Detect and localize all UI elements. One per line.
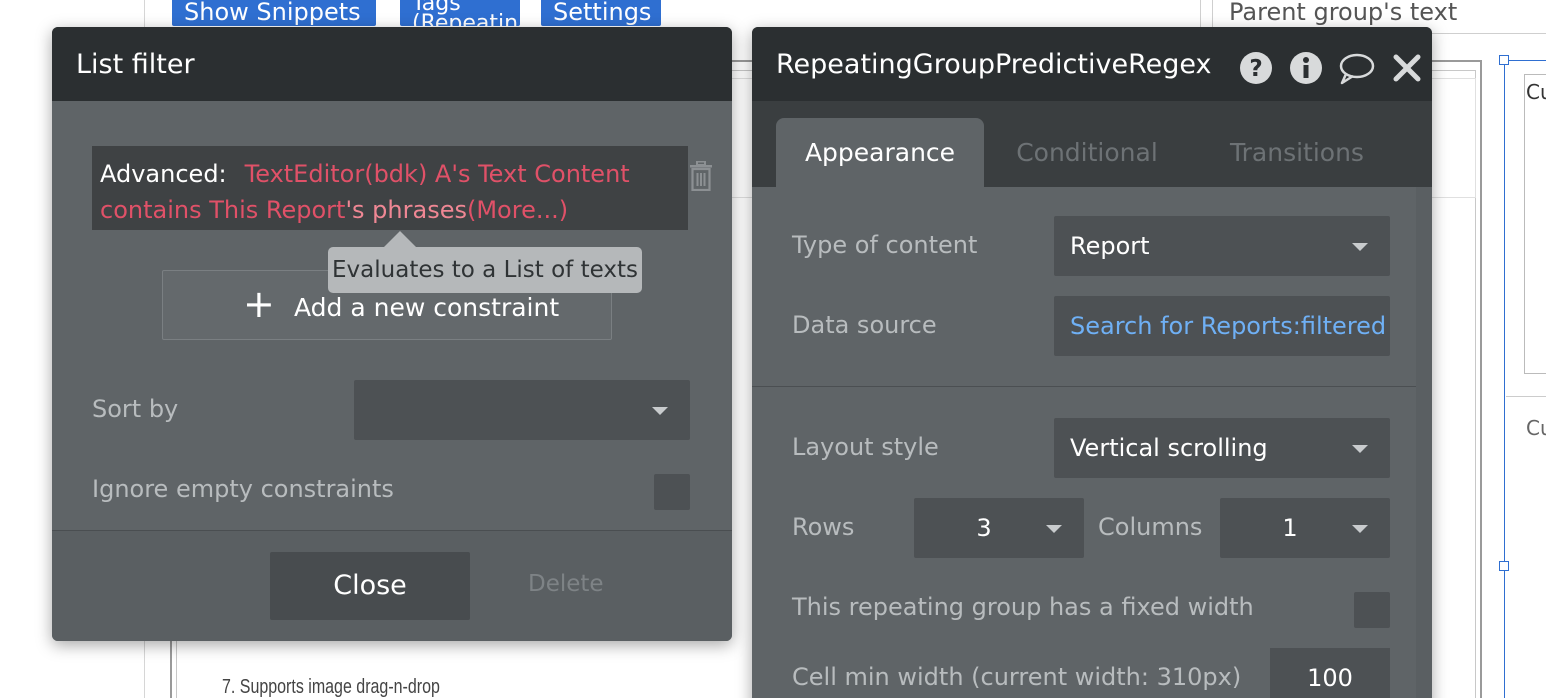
tab-conditional[interactable]: Conditional bbox=[1002, 118, 1172, 187]
sort-by-dropdown[interactable] bbox=[354, 380, 690, 440]
plus-icon: + bbox=[243, 282, 275, 326]
layout-style-label: Layout style bbox=[792, 433, 939, 461]
columns-label: Columns bbox=[1098, 513, 1203, 541]
resize-handle[interactable] bbox=[1499, 561, 1509, 571]
resize-handle[interactable] bbox=[1499, 55, 1509, 65]
type-of-content-label: Type of content bbox=[792, 231, 978, 259]
layout-style-value: Vertical scrolling bbox=[1070, 434, 1268, 462]
tab-appearance[interactable]: Appearance bbox=[776, 118, 984, 187]
show-snippets-button[interactable]: Show Snippets bbox=[172, 0, 376, 26]
svg-text:?: ? bbox=[1249, 56, 1262, 82]
chevron-down-icon bbox=[1352, 445, 1368, 453]
rows-dropdown[interactable]: 3 bbox=[914, 498, 1084, 558]
delete-button[interactable]: Delete bbox=[528, 571, 604, 597]
chevron-down-icon bbox=[1352, 525, 1368, 533]
comment-icon[interactable] bbox=[1338, 51, 1376, 85]
panel-title: RepeatingGroupPredictiveRegex bbox=[776, 49, 1212, 80]
data-source-value[interactable]: Search for Reports:filtered bbox=[1070, 312, 1386, 340]
panel-header: List filter bbox=[52, 27, 732, 101]
divider bbox=[752, 386, 1416, 387]
tooltip: Evaluates to a List of texts bbox=[328, 247, 642, 293]
help-icon[interactable]: ? bbox=[1239, 51, 1273, 85]
tags-button[interactable]: Tags (Repeatin bbox=[400, 0, 520, 26]
canvas-clipped-text: Cu bbox=[1526, 80, 1546, 104]
type-of-content-value: Report bbox=[1070, 232, 1150, 260]
close-button[interactable]: Close bbox=[270, 552, 470, 620]
chevron-down-icon bbox=[1046, 525, 1062, 533]
layout-style-dropdown[interactable]: Vertical scrolling bbox=[1054, 418, 1390, 478]
cell-min-width-label: Cell min width (current width: 310px) bbox=[792, 663, 1242, 691]
scrollbar[interactable] bbox=[1416, 187, 1432, 698]
tooltip-arrow bbox=[384, 231, 416, 247]
tab-bar: Appearance Conditional Transitions bbox=[752, 101, 1432, 187]
canvas-cell-box bbox=[1524, 74, 1546, 374]
cell-min-width-input[interactable]: 100 bbox=[1270, 648, 1390, 698]
list-filter-panel: List filter Advanced: TextEditor(bdk) A's… bbox=[52, 27, 732, 641]
columns-dropdown[interactable]: 1 bbox=[1220, 498, 1390, 558]
filter-expression[interactable]: Advanced: TextEditor(bdk) A's Text Conten… bbox=[92, 146, 688, 230]
ignore-empty-checkbox[interactable] bbox=[654, 474, 690, 510]
expression-more-link[interactable]: (More...) bbox=[467, 196, 568, 224]
add-constraint-label: Add a new constraint bbox=[294, 293, 560, 322]
fixed-width-label: This repeating group has a fixed width bbox=[792, 593, 1254, 621]
chevron-down-icon bbox=[652, 407, 668, 415]
sort-by-label: Sort by bbox=[92, 395, 179, 423]
expression-part[interactable]: 's phrases bbox=[345, 196, 467, 224]
canvas-clipped-text: Cu bbox=[1526, 416, 1546, 440]
fixed-width-checkbox[interactable] bbox=[1354, 592, 1390, 628]
ignore-empty-label: Ignore empty constraints bbox=[92, 475, 394, 503]
chevron-down-icon bbox=[1352, 243, 1368, 251]
panel-title: List filter bbox=[76, 49, 195, 80]
type-of-content-dropdown[interactable]: Report bbox=[1054, 216, 1390, 276]
trash-icon[interactable] bbox=[688, 161, 714, 191]
data-source-field[interactable]: Search for Reports:filtered bbox=[1054, 296, 1390, 356]
data-source-label: Data source bbox=[792, 311, 937, 339]
canvas-list-text: 7. Supports image drag-n-drop bbox=[222, 676, 440, 698]
expression-keyword: Advanced: bbox=[100, 160, 227, 188]
property-editor-panel: RepeatingGroupPredictiveRegex ? Appearan… bbox=[752, 27, 1432, 698]
close-icon[interactable] bbox=[1392, 51, 1422, 85]
rows-label: Rows bbox=[792, 513, 855, 541]
settings-button[interactable]: Settings bbox=[541, 0, 661, 26]
tab-transitions[interactable]: Transitions bbox=[1212, 118, 1382, 187]
divider bbox=[1506, 396, 1546, 397]
info-icon[interactable] bbox=[1289, 51, 1323, 85]
